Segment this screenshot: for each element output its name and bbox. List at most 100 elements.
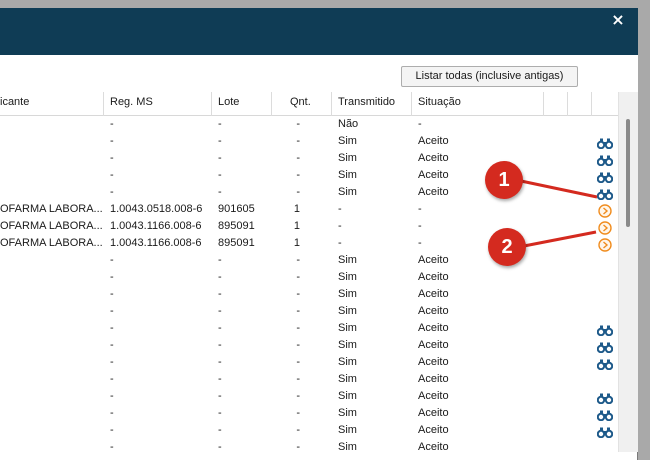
cell-lote: - — [218, 118, 222, 130]
cell-transmitido: Sim — [338, 271, 357, 283]
cell-fabricante — [0, 321, 104, 338]
cell-lote: - — [218, 288, 222, 300]
cell-reg-ms: - — [110, 390, 114, 402]
cell-reg-ms: - — [110, 152, 114, 164]
header-fabricante[interactable]: icante — [0, 92, 104, 116]
cell-situacao: Aceito — [418, 373, 449, 385]
cell-fabricante — [0, 253, 104, 270]
cell-lote: - — [218, 356, 222, 368]
row-action-cell[interactable] — [594, 168, 616, 185]
cell-reg-ms: - — [110, 271, 114, 283]
row-action-cell[interactable] — [594, 219, 616, 236]
cell-reg-ms: - — [110, 254, 114, 266]
vertical-scrollbar[interactable] — [618, 92, 638, 452]
row-action-cell[interactable] — [594, 236, 616, 253]
cell-transmitido: Não — [338, 118, 359, 130]
cell-qnt: - — [296, 288, 300, 300]
header-lote[interactable]: Lote — [212, 92, 272, 116]
table-row[interactable]: - - - Sim Aceito — [0, 151, 618, 168]
cell-qnt: - — [296, 424, 300, 436]
row-action-cell[interactable] — [594, 185, 616, 202]
cell-situacao: Aceito — [418, 288, 449, 300]
table-row[interactable]: - - - Sim Aceito — [0, 168, 618, 185]
table-row[interactable]: - - - Sim Aceito — [0, 389, 618, 406]
row-action-cell[interactable] — [594, 355, 616, 372]
cell-reg-ms: - — [110, 322, 114, 334]
orange-arrow-icon — [598, 220, 612, 235]
list-all-button[interactable]: Listar todas (inclusive antigas) — [401, 66, 578, 87]
cell-qnt: - — [296, 373, 300, 385]
scroll-thumb[interactable] — [626, 119, 630, 227]
header-transmitido[interactable]: Transmitido — [332, 92, 412, 116]
row-action-cell[interactable] — [594, 202, 616, 219]
cell-qnt: - — [296, 169, 300, 181]
row-action-cell[interactable] — [594, 423, 616, 440]
callout-1: 1 — [485, 161, 523, 199]
cell-fabricante — [0, 287, 104, 304]
table-row[interactable]: OFARMA LABORA... 1.0043.0518.008-6 901605 1… — [0, 202, 618, 219]
row-action-cell — [594, 440, 616, 452]
cell-lote: - — [218, 152, 222, 164]
table-row[interactable]: - - - Sim Aceito — [0, 253, 618, 270]
row-action-cell — [594, 253, 616, 270]
cell-situacao: Aceito — [418, 441, 449, 452]
table-row[interactable]: OFARMA LABORA... 1.0043.1166.008-6 895091 1… — [0, 219, 618, 236]
cell-situacao: Aceito — [418, 390, 449, 402]
cell-reg-ms: - — [110, 118, 114, 130]
row-action-cell[interactable] — [594, 389, 616, 406]
cell-fabricante — [0, 406, 104, 423]
cell-lote: - — [218, 424, 222, 436]
cell-qnt: - — [296, 339, 300, 351]
table-row[interactable]: - - - Sim Aceito — [0, 338, 618, 355]
cell-reg-ms: - — [110, 441, 114, 452]
header-extra-1 — [544, 92, 568, 116]
table-row[interactable]: - - - Sim Aceito — [0, 304, 618, 321]
cell-situacao: Aceito — [418, 186, 449, 198]
cell-qnt: 1 — [293, 220, 300, 232]
table-row[interactable]: - - - Sim Aceito — [0, 372, 618, 389]
table-row[interactable]: - - - Não - — [0, 117, 618, 134]
row-action-cell — [594, 372, 616, 389]
row-action-cell[interactable] — [594, 151, 616, 168]
cell-fabricante — [0, 134, 104, 151]
cell-transmitido: Sim — [338, 254, 357, 266]
cell-lote: 895091 — [218, 237, 255, 249]
cell-transmitido: Sim — [338, 186, 357, 198]
cell-lote: - — [218, 135, 222, 147]
table-row[interactable]: - - - Sim Aceito — [0, 355, 618, 372]
cell-situacao: Aceito — [418, 271, 449, 283]
cell-reg-ms: - — [110, 339, 114, 351]
cell-situacao: - — [418, 220, 422, 232]
table-row[interactable]: - - - Sim Aceito — [0, 134, 618, 151]
cell-reg-ms: 1.0043.1166.008-6 — [110, 220, 202, 232]
grid-header: icante Reg. MS Lote Qnt. Transmitido Sit… — [0, 92, 618, 116]
cell-situacao: Aceito — [418, 322, 449, 334]
cell-transmitido: - — [338, 220, 342, 232]
cell-fabricante — [0, 304, 104, 321]
row-action-cell[interactable] — [594, 406, 616, 423]
row-action-cell[interactable] — [594, 338, 616, 355]
binoculars-icon — [597, 427, 613, 438]
table-row[interactable]: - - - Sim Aceito — [0, 185, 618, 202]
title-bar: × — [0, 8, 638, 55]
table-row[interactable]: - - - Sim Aceito — [0, 321, 618, 338]
table-row[interactable]: - - - Sim Aceito — [0, 270, 618, 287]
close-button[interactable]: × — [608, 10, 628, 30]
row-action-cell[interactable] — [594, 321, 616, 338]
cell-transmitido: Sim — [338, 322, 357, 334]
header-reg-ms[interactable]: Reg. MS — [104, 92, 212, 116]
cell-situacao: - — [418, 203, 422, 215]
cell-situacao: Aceito — [418, 305, 449, 317]
cell-situacao: - — [418, 118, 422, 130]
table-row[interactable]: - - - Sim Aceito — [0, 287, 618, 304]
results-grid: icante Reg. MS Lote Qnt. Transmitido Sit… — [0, 92, 618, 452]
orange-arrow-icon — [598, 237, 612, 252]
table-row[interactable]: - - - Sim Aceito — [0, 406, 618, 423]
table-row[interactable]: - - - Sim Aceito — [0, 440, 618, 452]
header-qnt[interactable]: Qnt. — [272, 92, 332, 116]
table-row[interactable]: - - - Sim Aceito — [0, 423, 618, 440]
row-action-cell[interactable] — [594, 134, 616, 151]
cell-lote: - — [218, 441, 222, 452]
cell-reg-ms: - — [110, 407, 114, 419]
header-situacao[interactable]: Situação — [412, 92, 544, 116]
